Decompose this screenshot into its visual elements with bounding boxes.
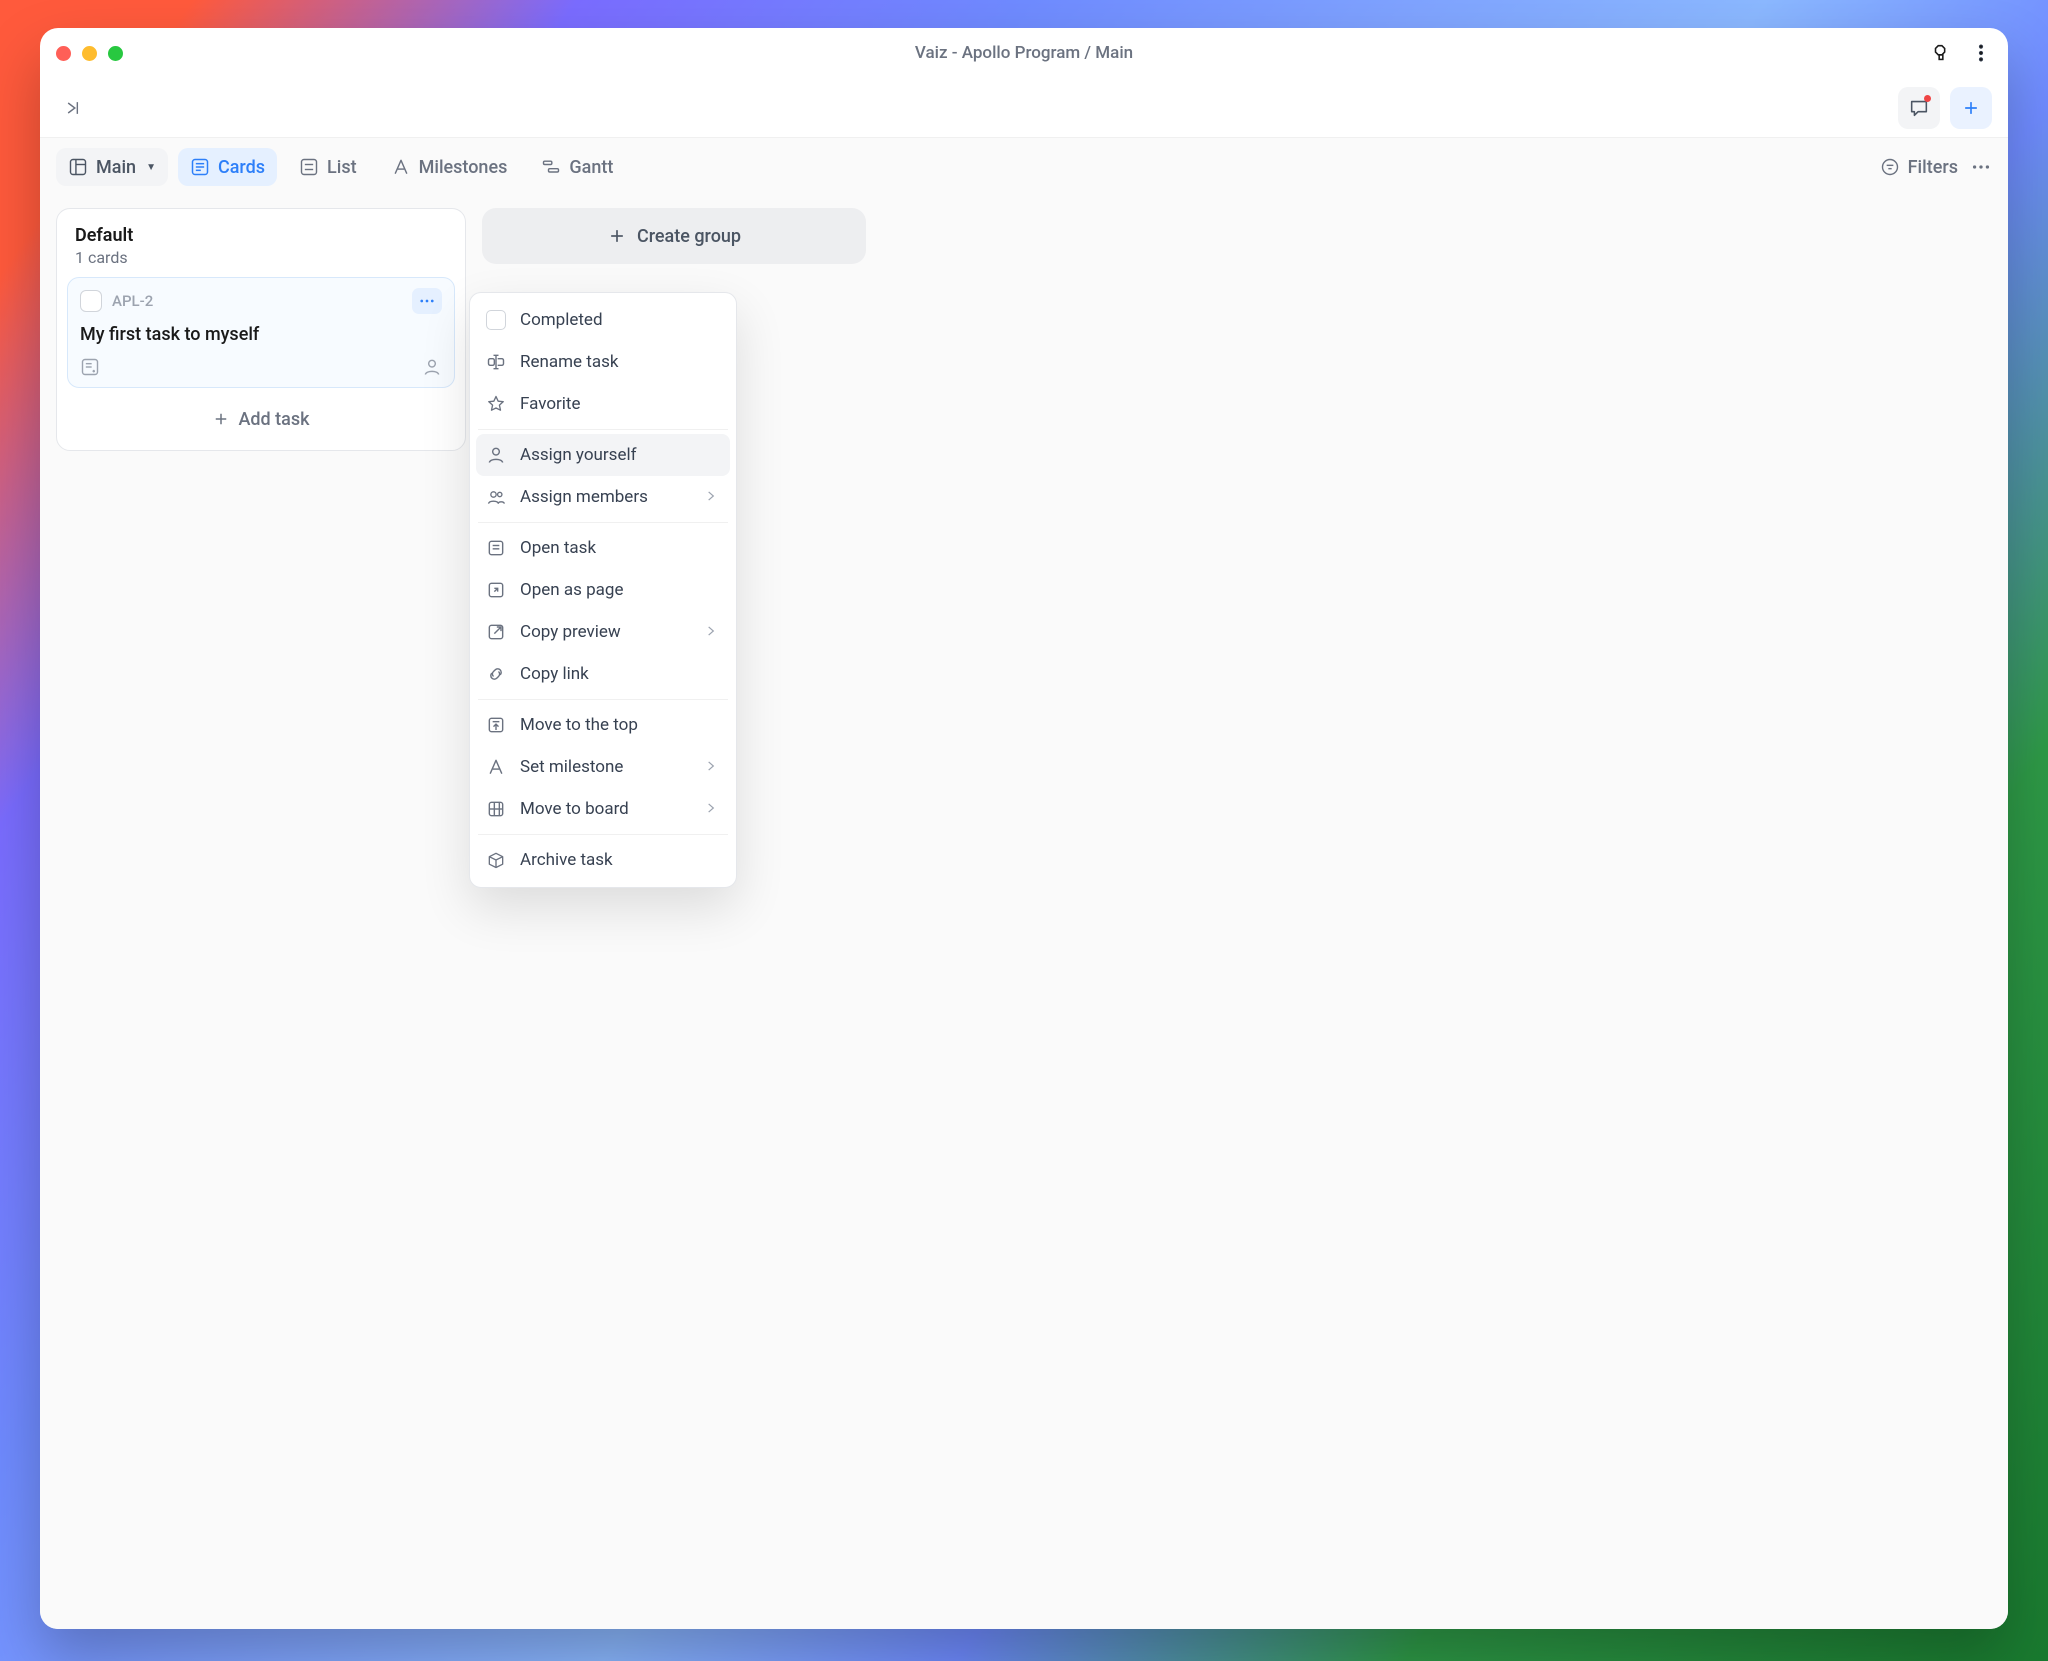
menu-item-move_top[interactable]: Move to the top bbox=[476, 704, 730, 746]
person-icon bbox=[486, 445, 506, 465]
filters-label: Filters bbox=[1908, 157, 1958, 178]
menu-separator bbox=[478, 699, 728, 700]
external-icon bbox=[486, 622, 506, 642]
menu-item-move_board[interactable]: Move to board bbox=[476, 788, 730, 830]
open-icon bbox=[486, 538, 506, 558]
maximize-window-button[interactable] bbox=[108, 46, 123, 61]
menu-item-label: Favorite bbox=[520, 394, 581, 414]
menu-item-set_ms[interactable]: Set milestone bbox=[476, 746, 730, 788]
extension-icon[interactable] bbox=[1930, 42, 1952, 64]
view-more-button[interactable] bbox=[1970, 156, 1992, 178]
tab-label: Gantt bbox=[569, 157, 613, 178]
window-controls bbox=[56, 46, 123, 61]
menu-item-label: Rename task bbox=[520, 352, 618, 372]
tab-list[interactable]: List bbox=[287, 148, 369, 186]
task-card[interactable]: APL-2 My first task to myself bbox=[67, 277, 455, 388]
close-window-button[interactable] bbox=[56, 46, 71, 61]
board-column: Default 1 cards APL-2 My first task to m… bbox=[56, 208, 466, 451]
menu-item-completed[interactable]: Completed bbox=[476, 299, 730, 341]
menu-item-label: Open task bbox=[520, 538, 596, 558]
column-title: Default bbox=[67, 221, 455, 248]
menu-item-copy_preview[interactable]: Copy preview bbox=[476, 611, 730, 653]
tab-milestones[interactable]: Milestones bbox=[379, 148, 520, 186]
chat-button[interactable] bbox=[1898, 87, 1940, 129]
menu-item-label: Copy preview bbox=[520, 622, 621, 642]
task-checkbox[interactable] bbox=[80, 290, 102, 312]
assignee-icon[interactable] bbox=[422, 357, 442, 377]
tab-label: List bbox=[327, 157, 357, 178]
menu-separator bbox=[478, 834, 728, 835]
menu-item-label: Archive task bbox=[520, 850, 613, 870]
menu-item-label: Open as page bbox=[520, 580, 623, 600]
rename-icon bbox=[486, 352, 506, 372]
menu-item-copy_link[interactable]: Copy link bbox=[476, 653, 730, 695]
checkbox-icon bbox=[486, 310, 506, 330]
task-more-button[interactable] bbox=[412, 288, 442, 314]
add-button[interactable] bbox=[1950, 87, 1992, 129]
filters-button[interactable]: Filters bbox=[1880, 157, 1958, 178]
browser-more-icon[interactable] bbox=[1970, 42, 1992, 64]
menu-item-label: Move to board bbox=[520, 799, 629, 819]
menu-item-open_page[interactable]: Open as page bbox=[476, 569, 730, 611]
chevron-right-icon bbox=[704, 759, 720, 775]
column-count: 1 cards bbox=[67, 248, 455, 277]
task-context-menu: Completed Rename task Favorite Assign yours… bbox=[469, 292, 737, 888]
app-window: Vaiz - Apollo Program / Main bbox=[40, 28, 2008, 1629]
menu-item-label: Completed bbox=[520, 310, 603, 330]
subtasks-icon[interactable] bbox=[80, 357, 100, 377]
menu-item-label: Move to the top bbox=[520, 715, 638, 735]
create-group-label: Create group bbox=[637, 226, 741, 247]
board-icon bbox=[486, 799, 506, 819]
archive-icon bbox=[486, 850, 506, 870]
tab-cards[interactable]: Cards bbox=[178, 148, 277, 186]
add-task-label: Add task bbox=[238, 409, 309, 430]
page-icon bbox=[486, 580, 506, 600]
menu-separator bbox=[478, 522, 728, 523]
menu-separator bbox=[478, 429, 728, 430]
expand-sidebar-button[interactable] bbox=[56, 90, 92, 126]
task-title: My first task to myself bbox=[80, 324, 442, 345]
notification-dot bbox=[1924, 95, 1931, 102]
menu-item-label: Set milestone bbox=[520, 757, 623, 777]
menu-item-assign_members[interactable]: Assign members bbox=[476, 476, 730, 518]
chevron-down-icon: ▼ bbox=[146, 162, 156, 173]
menu-item-label: Assign members bbox=[520, 487, 648, 507]
tab-label: Cards bbox=[218, 157, 265, 178]
menu-item-rename[interactable]: Rename task bbox=[476, 341, 730, 383]
view-tabs: Main ▼ Cards List Milestones Gantt bbox=[40, 138, 2008, 196]
menu-item-label: Assign yourself bbox=[520, 445, 637, 465]
menu-item-label: Copy link bbox=[520, 664, 589, 684]
app-toolbar bbox=[40, 78, 2008, 138]
star-icon bbox=[486, 394, 506, 414]
view-selector[interactable]: Main ▼ bbox=[56, 148, 168, 186]
task-id: APL-2 bbox=[112, 292, 153, 310]
tab-label: Milestones bbox=[419, 157, 508, 178]
people-icon bbox=[486, 487, 506, 507]
menu-item-assign_self[interactable]: Assign yourself bbox=[476, 434, 730, 476]
create-group-button[interactable]: Create group bbox=[482, 208, 866, 264]
board-area: Default 1 cards APL-2 My first task to m… bbox=[40, 196, 2008, 1629]
menu-item-favorite[interactable]: Favorite bbox=[476, 383, 730, 425]
titlebar: Vaiz - Apollo Program / Main bbox=[40, 28, 2008, 78]
milestone-icon bbox=[486, 757, 506, 777]
link-icon bbox=[486, 664, 506, 684]
view-selector-label: Main bbox=[96, 157, 136, 178]
menu-item-open_task[interactable]: Open task bbox=[476, 527, 730, 569]
add-task-button[interactable]: Add task bbox=[67, 402, 455, 436]
tab-gantt[interactable]: Gantt bbox=[529, 148, 625, 186]
chevron-right-icon bbox=[704, 489, 720, 505]
top-icon bbox=[486, 715, 506, 735]
chevron-right-icon bbox=[704, 801, 720, 817]
minimize-window-button[interactable] bbox=[82, 46, 97, 61]
window-title: Vaiz - Apollo Program / Main bbox=[915, 43, 1133, 63]
chevron-right-icon bbox=[704, 624, 720, 640]
menu-item-archive[interactable]: Archive task bbox=[476, 839, 730, 881]
